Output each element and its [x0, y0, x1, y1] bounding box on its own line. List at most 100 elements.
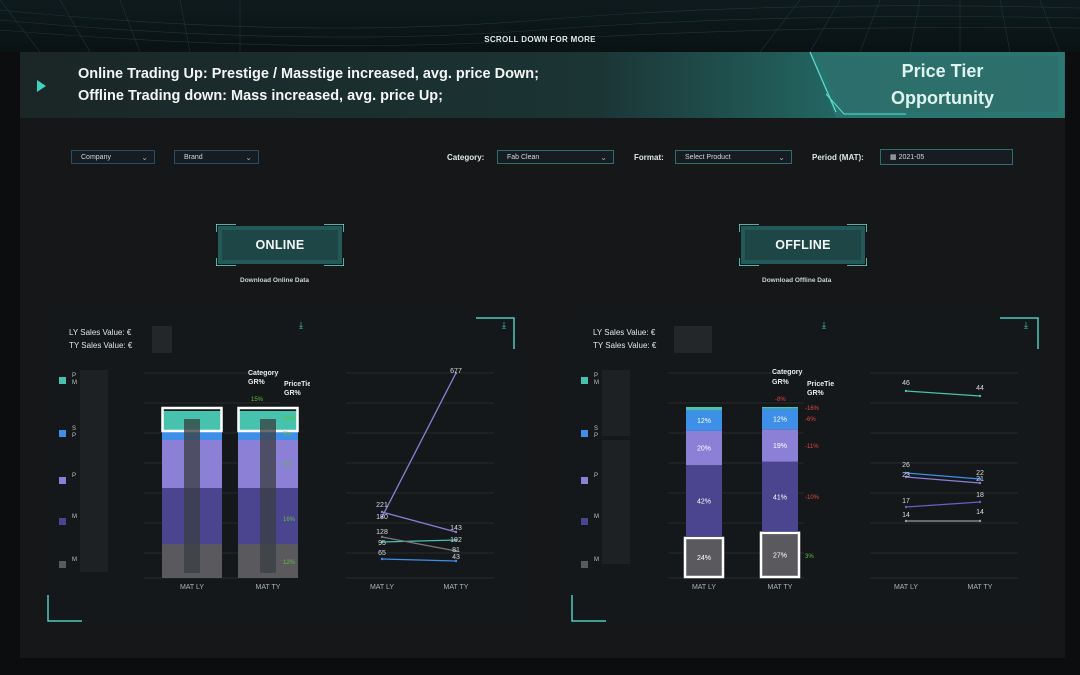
bar-value-label: 12%: [697, 418, 711, 425]
x-tick-label: MAT TY: [768, 584, 793, 591]
online-legend-mask: [80, 370, 108, 572]
format-label: Format:: [634, 153, 664, 162]
online-stacked-bar-chart: MAT LY MAT TY Category GR% PriceTier GR% 15% 16…: [144, 370, 310, 591]
data-label: 14: [976, 509, 984, 516]
download-offline-link[interactable]: Download Offline Data: [762, 277, 831, 284]
chevron-down-icon: ⌄: [600, 153, 607, 162]
legend-label[interactable]: S P: [72, 426, 76, 440]
bar-value-label: 41%: [773, 494, 787, 501]
badge-title: Price Tier Opportunity: [850, 58, 1035, 112]
redacted-value: [674, 326, 712, 353]
category-value: Fab Clean: [507, 154, 540, 161]
badge-line-1: Price Tier: [901, 61, 984, 81]
legend-label[interactable]: S P: [594, 426, 598, 440]
bar-value-label: 12%: [773, 416, 787, 423]
bar-value-label: 24%: [697, 555, 711, 562]
play-arrow-icon[interactable]: [37, 80, 47, 92]
data-label: 14: [902, 512, 910, 519]
download-online-link[interactable]: Download Online Data: [240, 277, 309, 284]
bar-value-label: 42%: [697, 499, 711, 506]
category-dropdown[interactable]: Fab Clean ⌄: [497, 150, 614, 164]
pricetier-gr-label: GR%: [807, 390, 825, 397]
brand-dropdown[interactable]: Brand ⌄: [174, 150, 259, 164]
category-gr-value: -8%: [775, 397, 786, 403]
data-label: 46: [902, 380, 910, 387]
legend-label[interactable]: M: [72, 557, 77, 564]
data-point: [904, 505, 908, 509]
grid-pattern: [0, 0, 1080, 52]
legend-label[interactable]: M: [72, 514, 77, 521]
format-dropdown[interactable]: Select Product ⌄: [675, 150, 792, 164]
offline-stacked-bar-chart: 24% 42% 20% 12% MAT LY 27% 41% 19% 12% MAT TY Cate…: [668, 369, 834, 591]
chevron-down-icon: ⌄: [778, 153, 785, 162]
legend-swatch[interactable]: [581, 518, 588, 525]
legend-swatch[interactable]: [581, 561, 588, 568]
pricetier-gr-value: 16%: [283, 416, 296, 422]
headline-line-2: Offline Trading down: Mass increased, av…: [78, 88, 443, 104]
redacted-value: [152, 326, 172, 353]
pricetier-gr-value: -11%: [805, 444, 819, 450]
series-line: [905, 390, 981, 397]
download-icon[interactable]: ⤓: [822, 320, 826, 331]
data-label: 143: [450, 525, 462, 532]
data-point: [904, 519, 908, 523]
legend-label[interactable]: M: [594, 514, 599, 521]
scroll-hint[interactable]: SCROLL DOWN FOR MORE: [0, 35, 1080, 44]
download-icon[interactable]: ⤓: [299, 320, 303, 331]
pricetier-gr-value: -6%: [805, 417, 816, 423]
legend-label[interactable]: P M: [72, 373, 77, 387]
pricetier-gr-value: 3%: [805, 554, 814, 560]
series-line: [381, 558, 457, 562]
x-tick-label: MAT LY: [894, 584, 918, 591]
pricetier-gr-value: 9%: [283, 462, 292, 468]
pricetier-gr-value: -10%: [805, 495, 820, 501]
legend-swatch[interactable]: [59, 377, 66, 384]
legend-swatch[interactable]: [581, 477, 588, 484]
category-gr-label: Category: [772, 369, 802, 376]
data-label: 221: [376, 502, 388, 509]
data-label: 102: [450, 537, 462, 544]
pricetier-gr-value: 16%: [283, 517, 296, 523]
online-button[interactable]: ONLINE: [215, 223, 345, 267]
legend-label[interactable]: P M: [594, 373, 599, 387]
data-label: 677: [450, 368, 462, 375]
period-date-picker[interactable]: ▦ 2021-05: [880, 149, 1013, 165]
legend-swatch[interactable]: [59, 477, 66, 484]
data-label: 65: [378, 550, 386, 557]
data-label: 26: [902, 462, 910, 469]
legend-swatch[interactable]: [59, 561, 66, 568]
online-sales-values: LY Sales Value: € TY Sales Value: €: [69, 326, 132, 352]
chevron-down-icon: ⌄: [245, 153, 252, 162]
bar-segment: [686, 407, 722, 411]
category-label: Category:: [447, 153, 485, 162]
legend-label[interactable]: M: [594, 557, 599, 564]
category-gr-value: 15%: [251, 397, 264, 403]
badge-line-2: Opportunity: [891, 88, 994, 108]
bar-segment: [762, 407, 798, 409]
series-line: [381, 372, 457, 518]
redaction-bar: [260, 419, 276, 573]
download-icon[interactable]: ⤓: [502, 320, 506, 331]
legend-label[interactable]: P: [72, 473, 76, 480]
offline-line-chart: 46262317144422211814MAT LY MAT TY: [870, 372, 1018, 591]
company-dropdown[interactable]: Company ⌄: [71, 150, 155, 164]
legend-swatch[interactable]: [59, 518, 66, 525]
offline-button[interactable]: OFFLINE: [738, 223, 868, 267]
online-ty-sales: TY Sales Value: €: [69, 341, 133, 350]
category-gr-label: Category: [248, 370, 278, 377]
legend-swatch[interactable]: [59, 430, 66, 437]
chevron-down-icon: ⌄: [141, 153, 148, 162]
top-background: [0, 0, 1080, 52]
legend-label[interactable]: P: [594, 473, 598, 480]
offline-sales-values: LY Sales Value: € TY Sales Value: €: [593, 326, 656, 352]
bar-value-label: 20%: [697, 446, 711, 453]
download-icon[interactable]: ⤓: [1024, 320, 1028, 331]
data-label: 180: [376, 514, 388, 521]
legend-swatch[interactable]: [581, 377, 588, 384]
data-label: 21: [976, 476, 984, 483]
offline-ly-sales: LY Sales Value: €: [593, 328, 656, 337]
brand-dropdown-label: Brand: [184, 154, 203, 161]
legend-swatch[interactable]: [581, 430, 588, 437]
x-tick-label: MAT LY: [180, 584, 204, 591]
series-line: [381, 536, 457, 552]
